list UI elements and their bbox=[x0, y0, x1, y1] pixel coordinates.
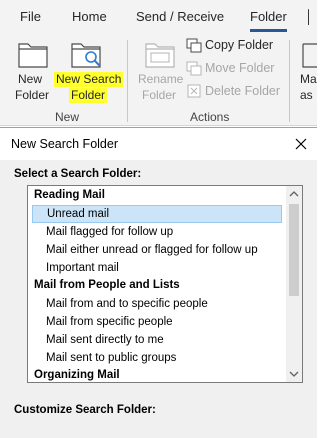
move-folder-icon bbox=[186, 61, 202, 76]
active-tab-indicator bbox=[250, 29, 287, 32]
delete-folder-button[interactable]: Delete Folder bbox=[186, 83, 280, 99]
list-item[interactable]: Mail either unread or flagged for follow… bbox=[28, 241, 286, 259]
scrollbar-thumb[interactable] bbox=[289, 204, 299, 296]
copy-folder-label: Copy Folder bbox=[205, 38, 274, 52]
delete-folder-icon bbox=[187, 84, 201, 98]
new-folder-button[interactable]: New Folder bbox=[12, 40, 52, 106]
dialog-title: New Search Folder bbox=[11, 137, 118, 151]
copy-folder-icon bbox=[186, 38, 202, 53]
move-folder-button[interactable]: Move Folder bbox=[186, 60, 274, 76]
new-search-folder-label-1: New Search bbox=[54, 72, 124, 87]
rename-folder-label-1: Rename bbox=[138, 72, 184, 86]
tab-home[interactable]: Home bbox=[72, 9, 107, 24]
rename-folder-button[interactable]: Rename Folder bbox=[136, 40, 184, 106]
ribbon: File Home Send / Receive Folder │ New Fo… bbox=[0, 0, 317, 126]
group-label-new: New bbox=[55, 110, 80, 124]
dialog-titlebar: New Search Folder bbox=[0, 128, 317, 160]
search-folder-list[interactable]: Reading Mail Unread mail Mail flagged fo… bbox=[27, 185, 303, 383]
list-scrollbar[interactable] bbox=[286, 186, 302, 382]
list-group-header: Organizing Mail bbox=[34, 369, 120, 381]
ribbon-tabs: File Home Send / Receive Folder │ bbox=[0, 0, 317, 34]
tab-file[interactable]: File bbox=[20, 9, 41, 24]
list-item[interactable]: Mail sent to public groups bbox=[28, 349, 286, 367]
group-separator-2 bbox=[289, 40, 290, 122]
new-folder-label-2: Folder bbox=[15, 88, 50, 102]
tab-send-receive[interactable]: Send / Receive bbox=[136, 9, 224, 24]
cutoff-label-1: Ma bbox=[300, 72, 317, 86]
new-folder-label-1: New bbox=[18, 72, 43, 86]
search-folder-icon bbox=[71, 43, 101, 68]
tab-folder[interactable]: Folder bbox=[250, 9, 287, 24]
list-item[interactable]: Mail sent directly to me bbox=[28, 331, 286, 349]
new-search-folder-dialog: New Search Folder Select a Search Folder… bbox=[0, 127, 317, 438]
search-folder-list-items: Reading Mail Unread mail Mail flagged fo… bbox=[28, 186, 286, 382]
tab-overflow-edge: │ bbox=[305, 9, 314, 24]
cutoff-icon bbox=[302, 43, 317, 68]
new-search-folder-button[interactable]: New Search Folder bbox=[54, 40, 124, 106]
move-folder-label: Move Folder bbox=[205, 61, 275, 75]
chevron-down-icon[interactable] bbox=[286, 366, 302, 382]
list-item[interactable]: Mail from specific people bbox=[28, 313, 286, 331]
select-search-folder-label: Select a Search Folder: bbox=[14, 168, 142, 180]
new-search-folder-label-2: Folder bbox=[69, 88, 108, 103]
list-item[interactable]: Mail flagged for follow up bbox=[28, 223, 286, 241]
list-item[interactable]: Mail from and to specific people bbox=[28, 295, 286, 313]
customize-search-folder-label: Customize Search Folder: bbox=[14, 404, 156, 416]
list-group-header: Mail from People and Lists bbox=[34, 279, 180, 291]
delete-folder-label: Delete Folder bbox=[205, 84, 281, 98]
folder-icon bbox=[18, 43, 48, 68]
rename-folder-label-2: Folder bbox=[142, 88, 177, 102]
cutoff-label-2: as bbox=[300, 88, 313, 102]
group-separator bbox=[127, 40, 128, 122]
close-icon[interactable] bbox=[290, 134, 312, 154]
list-item-selected[interactable]: Unread mail bbox=[32, 205, 282, 223]
list-item[interactable]: Important mail bbox=[28, 259, 286, 277]
copy-folder-button[interactable]: Copy Folder bbox=[186, 37, 273, 53]
cutoff-ribbon-button[interactable]: Ma as bbox=[297, 40, 317, 106]
list-group-header: Reading Mail bbox=[34, 189, 105, 201]
rename-folder-icon bbox=[145, 43, 175, 68]
group-label-actions: Actions bbox=[190, 110, 230, 124]
chevron-up-icon[interactable] bbox=[286, 186, 302, 202]
